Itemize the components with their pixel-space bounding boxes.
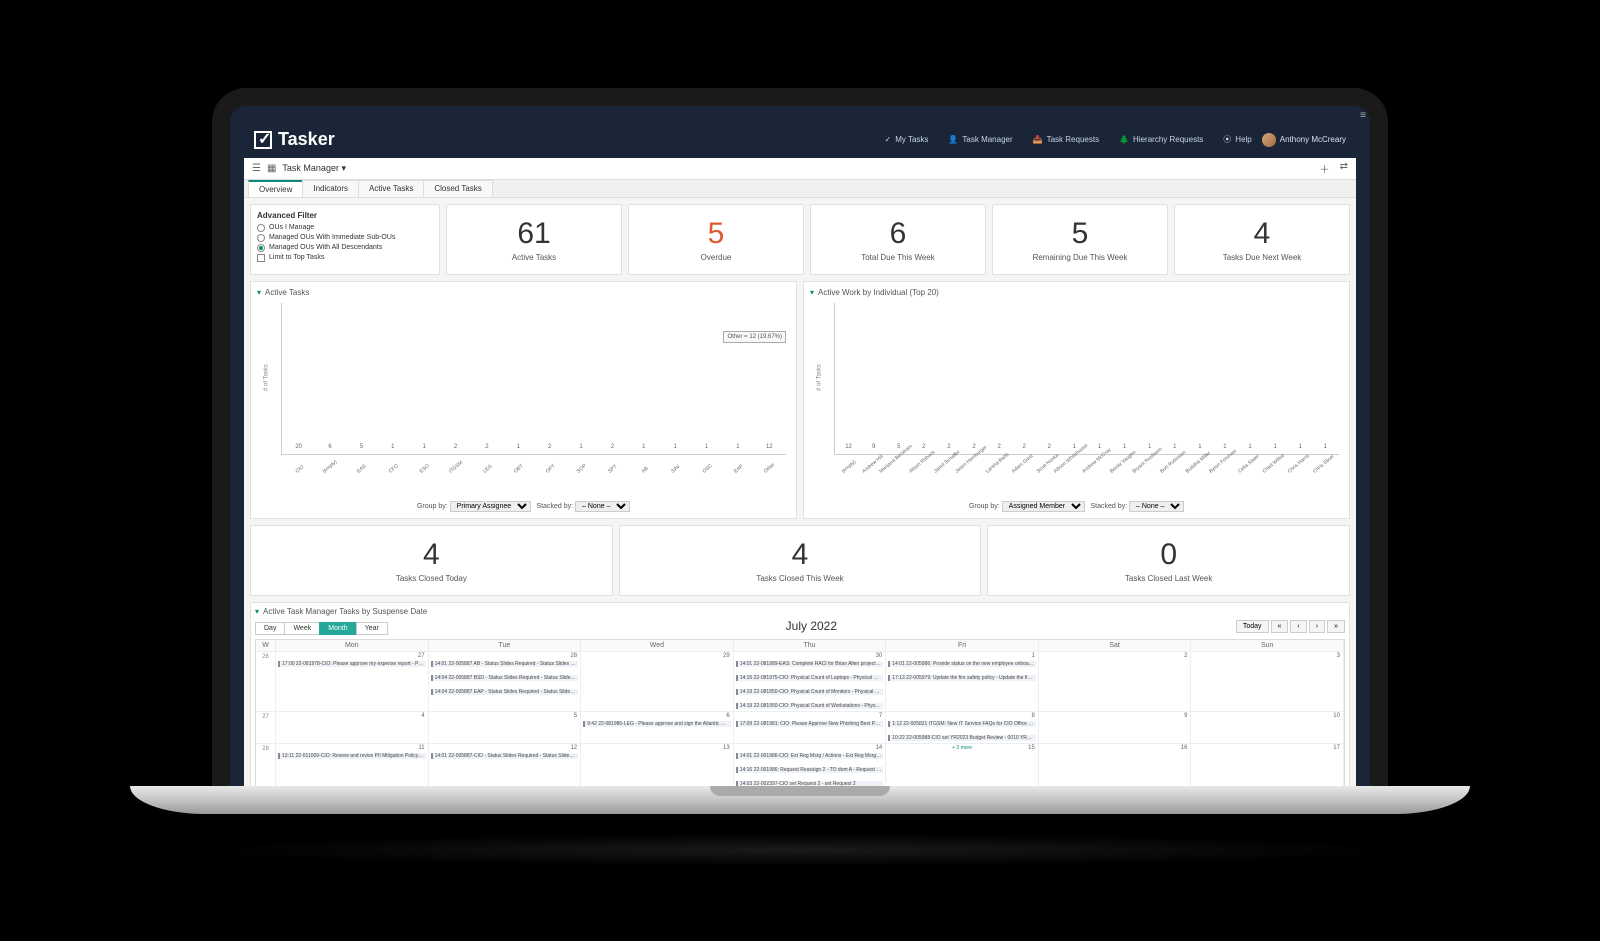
user-menu[interactable]: Anthony McCreary <box>1262 133 1346 147</box>
calendar-month: July 2022 <box>387 619 1236 633</box>
calendar-section: ▾Active Task Manager Tasks by Suspense D… <box>250 602 1350 786</box>
filter-icon[interactable]: ▾ <box>255 607 259 616</box>
calendar-grid: WMonTueWedThuFriSatSun262717:00 22-08197… <box>255 639 1345 786</box>
cal-first[interactable]: « <box>1271 620 1289 633</box>
chart2-groupby[interactable]: Assigned Member <box>1002 501 1085 512</box>
kpi-total-due: 6Total Due This Week <box>810 204 986 275</box>
cal-view-week[interactable]: Week <box>284 622 320 635</box>
nav-my-tasks[interactable]: ✓My Tasks <box>875 135 939 144</box>
settings-icon[interactable]: ⇄ <box>1340 161 1348 176</box>
nav-tree-icon: 🌲 <box>1119 135 1129 144</box>
nav-task-manager[interactable]: 👤Task Manager <box>938 135 1022 144</box>
grid-icon[interactable]: ▦ <box>267 163 276 174</box>
nav-help-icon: ⦿ <box>1223 134 1231 145</box>
kpi-closed-today: 4Tasks Closed Today <box>250 525 613 596</box>
cal-prev[interactable]: ‹ <box>1290 620 1306 633</box>
tab-active-tasks[interactable]: Active Tasks <box>358 180 424 197</box>
cal-cell[interactable]: 29 <box>581 652 734 711</box>
cal-cell[interactable]: 3 <box>1191 652 1344 711</box>
cal-cell[interactable]: 17 <box>1191 744 1344 786</box>
nav-help[interactable]: ⦿Help <box>1213 134 1261 145</box>
chart2-stackedby[interactable]: – None – <box>1129 501 1184 512</box>
filter-opt-1[interactable]: OUs I Manage <box>257 224 433 232</box>
tab-indicators[interactable]: Indicators <box>302 180 359 197</box>
cal-view-year[interactable]: Year <box>356 622 388 635</box>
cal-cell[interactable]: 9 <box>1039 712 1192 743</box>
cal-cell[interactable]: 1414:01 22-001986-CIO: Ext Reg Msrg / Ac… <box>734 744 887 786</box>
add-icon[interactable]: ＋ <box>1320 161 1330 176</box>
filter-opt-3[interactable]: Managed OUs With All Descendants <box>257 244 433 252</box>
filter-panel: Advanced Filter OUs I Manage Managed OUs… <box>250 204 440 275</box>
avatar <box>1262 133 1276 147</box>
cal-cell[interactable]: 2 <box>1039 652 1192 711</box>
cal-cell[interactable]: 81:12 22-005821 ITGSM: New IT Service FA… <box>886 712 1039 743</box>
chart-active-tasks: ▾Active Tasks ≡ # of Tasks 20CIO6(empty)… <box>250 281 797 519</box>
nav-person-icon: 👤 <box>948 135 958 144</box>
tab-closed-tasks[interactable]: Closed Tasks <box>423 180 492 197</box>
chart1-plot: 20CIO6(empty)5EAS1CFO1ESO2ITGSM2LEG1OBT2… <box>281 303 786 455</box>
cal-cell[interactable]: 2717:00 22-081978-CIO: Please approve my… <box>276 652 429 711</box>
nav-task-requests[interactable]: 📥Task Requests <box>1023 135 1109 144</box>
app-name: Tasker <box>278 129 335 150</box>
tabs: Overview Indicators Active Tasks Closed … <box>244 180 1356 198</box>
cal-cell[interactable]: 114:01 22-005986: Provide status on the … <box>886 652 1039 711</box>
nav-inbox-icon: 📥 <box>1033 135 1043 144</box>
kpi-due-next-week: 4Tasks Due Next Week <box>1174 204 1350 275</box>
cal-cell[interactable]: 10 <box>1191 712 1344 743</box>
kpi-overdue: 5Overdue <box>628 204 804 275</box>
app-logo: Tasker <box>254 129 335 150</box>
kpi-closed-last-week: 0Tasks Closed Last Week <box>987 525 1350 596</box>
cal-cell[interactable]: 69:42 22-081986-LEG - Please approve and… <box>581 712 734 743</box>
chart1-annotation: Other = 12 (19.67%) <box>723 331 786 343</box>
cal-cell[interactable]: 717:09 22-081981: CIO: Please Approve Ne… <box>734 712 887 743</box>
chart2-plot: 12(empty)9Andrew Hill5Marijana Beckham2A… <box>834 303 1339 455</box>
kpi-active-tasks: 61Active Tasks <box>446 204 622 275</box>
logo-checkmark-icon <box>254 131 272 149</box>
filter-title: Advanced Filter <box>257 211 433 220</box>
cal-cell[interactable]: 13 <box>581 744 734 786</box>
chart1-groupby[interactable]: Primary Assignee <box>450 501 531 512</box>
cal-last[interactable]: » <box>1327 620 1345 633</box>
cal-cell[interactable]: 1214:01 22-005887-CIO - Status Slides Re… <box>429 744 582 786</box>
toolbar: ☰ ▦ Task Manager ▾ ＋ ⇄ <box>244 158 1356 180</box>
kpi-remaining-due: 5Remaining Due This Week <box>992 204 1168 275</box>
cal-cell[interactable]: 5 <box>429 712 582 743</box>
nav-check-icon: ✓ <box>885 135 892 144</box>
cal-next[interactable]: › <box>1309 620 1325 633</box>
filter-icon[interactable]: ▾ <box>810 288 814 297</box>
chart-active-work: ▾Active Work by Individual (Top 20) # of… <box>803 281 1350 519</box>
cal-view-month[interactable]: Month <box>319 622 356 635</box>
menu-icon[interactable]: ☰ <box>252 163 261 174</box>
cal-cell[interactable]: 3014:01 22-081989-EAS: Complete RACI for… <box>734 652 887 711</box>
user-name: Anthony McCreary <box>1280 135 1346 144</box>
nav-hierarchy-requests[interactable]: 🌲Hierarchy Requests <box>1109 135 1213 144</box>
tab-overview[interactable]: Overview <box>248 180 303 197</box>
filter-chk-1[interactable]: Limit to Top Tasks <box>257 254 433 262</box>
cal-cell[interactable]: 1113:11 22-011009-CIO: Review and revise… <box>276 744 429 786</box>
breadcrumb[interactable]: Task Manager ▾ <box>282 163 346 174</box>
cal-view-day[interactable]: Day <box>255 622 285 635</box>
cal-cell[interactable]: 16 <box>1039 744 1192 786</box>
cal-cell[interactable]: 4 <box>276 712 429 743</box>
filter-icon[interactable]: ▾ <box>257 288 261 297</box>
chart1-stackedby[interactable]: – None – <box>575 501 630 512</box>
kpi-closed-week: 4Tasks Closed This Week <box>619 525 982 596</box>
cal-cell[interactable]: 15+ 3 more <box>886 744 1039 786</box>
cal-cell[interactable]: 2814:01 22-005887 AB - Status Slides Req… <box>429 652 582 711</box>
cal-today[interactable]: Today <box>1236 620 1269 633</box>
filter-opt-2[interactable]: Managed OUs With Immediate Sub-OUs <box>257 234 433 242</box>
top-nav: Tasker ✓My Tasks 👤Task Manager 📥Task Req… <box>244 122 1356 158</box>
